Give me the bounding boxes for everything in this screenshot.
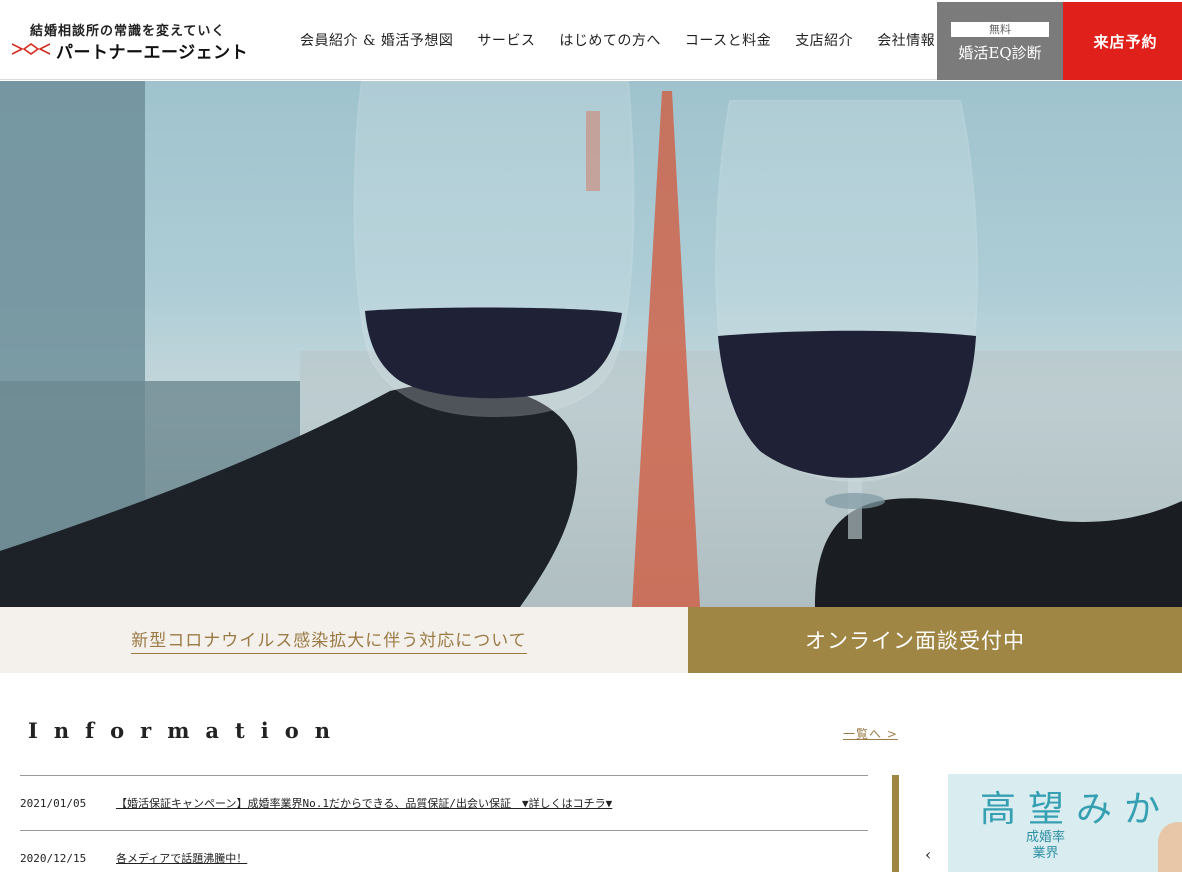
promo-subtext-line2: 業界 — [1032, 846, 1059, 861]
eq-diagnosis-button[interactable]: 無料 婚活EQ診断 — [937, 2, 1063, 80]
news-title-link[interactable]: 各メディアで話題沸騰中！ — [116, 850, 247, 866]
site-logo[interactable]: 結婚相談所の常識を変えていく パートナーエージェント — [12, 20, 252, 64]
visit-reservation-button[interactable]: 来店予約 — [1063, 2, 1182, 80]
free-badge: 無料 — [951, 22, 1049, 37]
site-header: 結婚相談所の常識を変えていく パートナーエージェント 会員紹介 & 婚活予想図 … — [0, 0, 1182, 80]
main-nav: 会員紹介 & 婚活予想図 サービス はじめての方へ コースと料金 支店紹介 会社… — [300, 0, 959, 80]
news-date: 2021/01/05 — [20, 796, 87, 810]
news-title-link[interactable]: 【婚活保証キャンペーン】成婚率業界No.1だからできる、品質保証/出会い保証 ▼… — [116, 795, 612, 811]
logo-mark-icon — [12, 43, 50, 55]
nav-branches[interactable]: 支店紹介 — [795, 30, 853, 50]
nav-members[interactable]: 会員紹介 & 婚活予想図 — [300, 30, 453, 50]
news-item: 2021/01/05 【婚活保証キャンペーン】成婚率業界No.1だからできる、品… — [20, 775, 868, 830]
carousel-divider — [892, 775, 899, 872]
nav-course-price[interactable]: コースと料金 — [685, 30, 771, 50]
logo-tagline: 結婚相談所の常識を変えていく — [30, 24, 226, 39]
online-consultation-label: オンライン面談受付中 — [805, 629, 1025, 653]
logo-brand: パートナーエージェント — [56, 43, 249, 63]
information-more-link[interactable]: 一覧へ > — [843, 725, 898, 742]
covid-notice-link[interactable]: 新型コロナウイルス感染拡大に伴う対応について — [131, 626, 527, 654]
promo-carousel-slide[interactable]: 高望みか 成婚率 業界 — [948, 774, 1182, 872]
information-heading: Information — [28, 718, 346, 743]
hero-image — [0, 81, 1182, 607]
nav-service[interactable]: サービス — [477, 30, 535, 50]
news-list: 2021/01/05 【婚活保証キャンペーン】成婚率業界No.1だからできる、品… — [20, 775, 868, 872]
promo-subtext-line1: 成婚率 — [1026, 830, 1066, 845]
eq-diagnosis-label: 婚活EQ診断 — [958, 44, 1042, 62]
promo-portrait — [1158, 822, 1182, 872]
promo-subtext: 成婚率 業界 — [1026, 830, 1065, 862]
nav-company[interactable]: 会社情報 — [877, 30, 935, 50]
nav-first-time[interactable]: はじめての方へ — [559, 30, 661, 50]
news-date: 2020/12/15 — [20, 851, 87, 865]
news-item: 2020/12/15 各メディアで話題沸騰中！ — [20, 830, 868, 872]
online-consultation-banner[interactable]: オンライン面談受付中 — [688, 607, 1182, 673]
chevron-left-icon[interactable]: ‹ — [925, 845, 931, 864]
covid-notice-band: 新型コロナウイルス感染拡大に伴う対応について — [0, 607, 688, 673]
promo-headline: 高望みか — [980, 789, 1173, 830]
hero-illustration — [0, 81, 1182, 607]
